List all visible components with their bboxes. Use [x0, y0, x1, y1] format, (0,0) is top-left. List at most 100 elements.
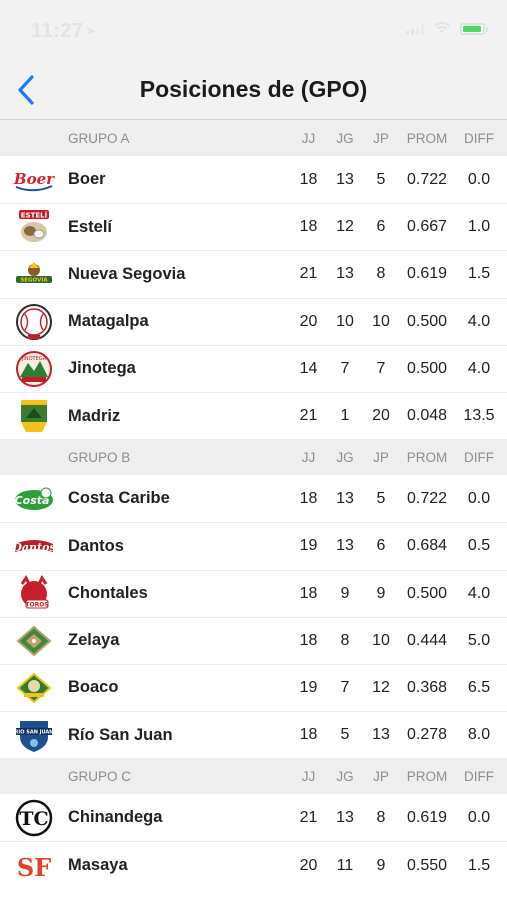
- stat-prom: 0.278: [406, 726, 448, 744]
- column-header-jg: JG: [336, 449, 354, 465]
- stat-diff: 4.0: [467, 584, 491, 602]
- table-row[interactable]: TOROS Chontales 18 9 9 0.500 4.0: [0, 569, 507, 617]
- stat-jp: 10: [372, 312, 390, 330]
- table-row[interactable]: Madriz 21 1 20 0.048 13.5: [0, 391, 507, 440]
- stat-diff: 0.5: [467, 537, 491, 555]
- svg-text:SF: SF: [17, 853, 51, 882]
- table-row[interactable]: SF Masaya 20 11 9 0.550 1.5: [0, 841, 507, 889]
- stat-diff: 4.0: [467, 312, 491, 330]
- table-row[interactable]: TC Chinandega 21 13 8 0.619 0.0: [0, 794, 507, 842]
- stat-jp: 10: [372, 631, 390, 649]
- stat-jp: 5: [376, 489, 386, 507]
- stat-diff: 0.0: [467, 489, 491, 507]
- stat-jp: 6: [376, 537, 386, 555]
- stat-diff: 1.5: [467, 265, 491, 283]
- column-header-jj: JJ: [301, 449, 316, 465]
- table-row[interactable]: Boer Boer 18 13 5 0.722 0.0: [0, 156, 507, 204]
- status-time-text: 11:27: [31, 20, 84, 42]
- stat-jp: 20: [372, 407, 390, 425]
- stat-jg: 10: [336, 312, 354, 330]
- jinotega-logo-icon: JINOTEGA: [0, 346, 68, 392]
- team-name: Madriz: [68, 406, 121, 425]
- stat-jg: 13: [336, 170, 354, 188]
- team-name: Boaco: [68, 678, 119, 697]
- stat-diff: 13.5: [463, 407, 495, 425]
- stat-jj: 21: [299, 407, 318, 425]
- table-row[interactable]: Zelaya 18 8 10 0.444 5.0: [0, 616, 507, 664]
- stat-jp: 13: [372, 726, 390, 744]
- stat-prom: 0.667: [406, 218, 448, 236]
- stat-prom: 0.722: [406, 489, 448, 507]
- stat-diff: 4.0: [467, 359, 491, 377]
- status-time: 11:27 ➤: [31, 20, 97, 43]
- svg-text:TC: TC: [19, 808, 48, 830]
- stat-jj: 19: [299, 678, 318, 696]
- stat-jj: 18: [299, 631, 318, 649]
- column-header-jp: JP: [373, 768, 389, 784]
- svg-text:Dantos: Dantos: [12, 541, 56, 554]
- nueva-segovia-logo-icon: SEGOVIA: [0, 251, 68, 297]
- stat-jg: 13: [336, 808, 354, 826]
- zelaya-logo-icon: [0, 618, 68, 664]
- stat-jg: 13: [336, 265, 354, 283]
- column-header-diff: DIFF: [464, 130, 494, 146]
- stat-prom: 0.500: [406, 312, 448, 330]
- stat-jg: 12: [336, 218, 354, 236]
- stat-jg: 13: [336, 537, 354, 555]
- battery-icon: [460, 23, 488, 35]
- team-name: Chontales: [68, 584, 148, 603]
- status-icons: [406, 22, 488, 36]
- stat-jp: 8: [376, 265, 386, 283]
- stat-jp: 5: [376, 170, 386, 188]
- standings-list[interactable]: GRUPO A JJ JG JP PROM DIFF Boer Boer 18 13 5 0.722 0…: [0, 120, 507, 889]
- stat-jg: 8: [340, 631, 350, 649]
- team-name: Jinotega: [68, 359, 136, 378]
- stat-jg: 11: [336, 856, 354, 874]
- column-header-jj: JJ: [301, 130, 316, 146]
- table-row[interactable]: Boaco 19 7 12 0.368 6.5: [0, 663, 507, 712]
- stat-jj: 19: [299, 537, 318, 555]
- group-header-spacer: [0, 120, 68, 156]
- table-row[interactable]: ESTELÍ Estelí 18 12 6 0.667 1.0: [0, 203, 507, 251]
- svg-text:RIO SAN JUAN: RIO SAN JUAN: [15, 730, 54, 736]
- stat-jj: 18: [299, 726, 318, 744]
- table-row[interactable]: Matagalpa 20 10 10 0.500 4.0: [0, 297, 507, 345]
- stat-jj: 18: [299, 218, 318, 236]
- stat-jp: 12: [372, 678, 390, 696]
- group-name: GRUPO B: [68, 449, 131, 465]
- madriz-logo-icon: [0, 393, 68, 439]
- svg-text:ESTELÍ: ESTELÍ: [21, 211, 48, 220]
- stat-prom: 0.722: [406, 170, 448, 188]
- team-name: Matagalpa: [68, 312, 149, 331]
- column-header-jg: JG: [336, 768, 354, 784]
- table-row[interactable]: Costa Costa Caribe 18 13 5 0.722 0.0: [0, 475, 507, 523]
- boer-logo-icon: Boer: [0, 156, 68, 203]
- column-header-prom: PROM: [406, 768, 448, 784]
- svg-text:SEGOVIA: SEGOVIA: [20, 278, 48, 284]
- group-header: GRUPO B JJ JG JP PROM DIFF: [0, 439, 507, 476]
- column-header-diff: DIFF: [464, 449, 494, 465]
- stat-diff: 6.5: [467, 678, 491, 696]
- column-header-prom: PROM: [406, 449, 448, 465]
- team-name: Chinandega: [68, 808, 163, 827]
- stat-jj: 18: [299, 489, 318, 507]
- group-header: GRUPO C JJ JG JP PROM DIFF: [0, 758, 507, 795]
- svg-text:TOROS: TOROS: [25, 601, 48, 608]
- stat-jp: 9: [376, 584, 386, 602]
- svg-text:Boer: Boer: [13, 170, 55, 188]
- table-row[interactable]: JINOTEGA Jinotega 14 7 7 0.500 4.0: [0, 344, 507, 392]
- wifi-icon: [432, 22, 452, 36]
- team-name: Costa Caribe: [68, 489, 170, 508]
- group-header-spacer: [0, 758, 68, 794]
- navigation-bar: Posiciones de (GPO): [0, 62, 507, 120]
- column-header-diff: DIFF: [464, 768, 494, 784]
- stat-jg: 7: [340, 678, 350, 696]
- table-row[interactable]: RIO SAN JUAN Río San Juan 18 5 13 0.278 8.0: [0, 711, 507, 759]
- stat-jg: 5: [340, 726, 350, 744]
- table-row[interactable]: Dantos Dantos 19 13 6 0.684 0.5: [0, 522, 507, 570]
- chontales-logo-icon: TOROS: [0, 571, 68, 617]
- stat-diff: 1.0: [467, 218, 491, 236]
- costa-caribe-logo-icon: Costa: [0, 475, 68, 522]
- stat-prom: 0.500: [406, 584, 448, 602]
- table-row[interactable]: SEGOVIA Nueva Segovia 21 13 8 0.619 1.5: [0, 250, 507, 298]
